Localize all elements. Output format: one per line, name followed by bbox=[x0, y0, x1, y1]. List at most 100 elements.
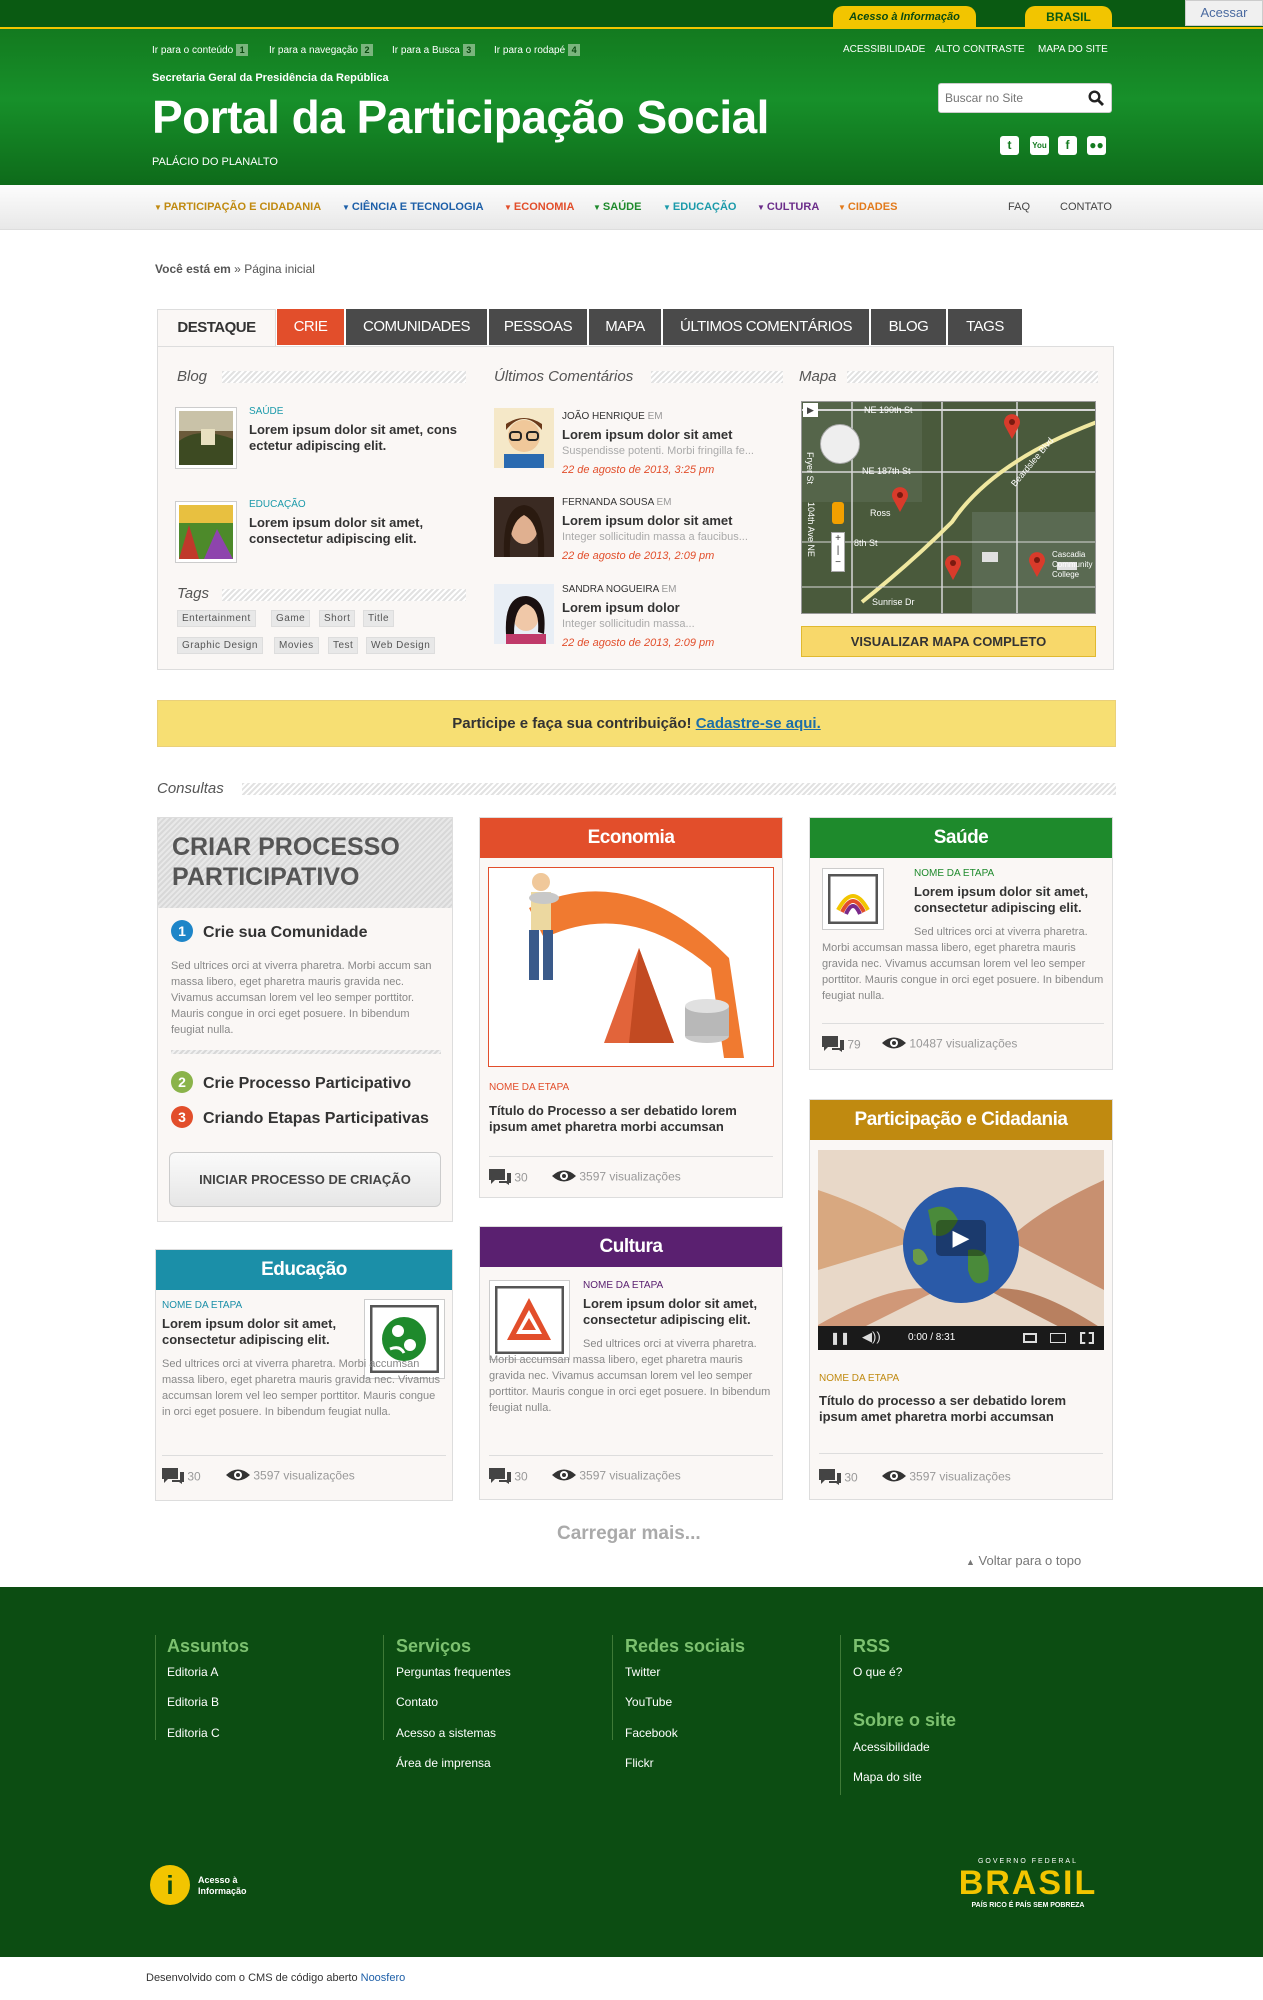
tab-crie[interactable]: CRIE bbox=[277, 309, 344, 345]
menu-item-contato[interactable]: CONTATO bbox=[1060, 201, 1112, 213]
consulta-card-cultura[interactable]: Cultura NOME DA ETAPA Lorem ipsum dolor … bbox=[479, 1226, 783, 1500]
high-contrast-link[interactable]: ALTO CONTRASTE bbox=[935, 44, 1025, 55]
street-view-icon[interactable] bbox=[832, 502, 844, 524]
brasil-link[interactable]: BRASIL bbox=[1025, 6, 1112, 28]
volume-icon[interactable]: ◀)) bbox=[862, 1329, 881, 1345]
blog-post-title[interactable]: Lorem ipsum dolor sit amet, cons ectetur… bbox=[249, 422, 479, 454]
comment-title[interactable]: Lorem ipsum dolor sit amet bbox=[562, 513, 732, 529]
acesso-informacao-logo[interactable]: i Acesso à Informação bbox=[150, 1865, 250, 1910]
skip-link-search[interactable]: Ir para a Busca 3 bbox=[392, 44, 475, 56]
tag-item[interactable]: Game bbox=[271, 610, 311, 627]
tab-mapa[interactable]: MAPA bbox=[589, 309, 661, 345]
consulta-card-participacao[interactable]: Participação e Cidadania ▶ ❚❚ ◀)) 0:00 /… bbox=[809, 1099, 1113, 1500]
search-input[interactable] bbox=[945, 89, 1085, 107]
card-title[interactable]: Saúde bbox=[810, 818, 1112, 858]
play-icon[interactable]: ▶ bbox=[936, 1220, 986, 1256]
menu-item-ciencia[interactable]: ▼ CIÊNCIA E TECNOLOGIA bbox=[342, 201, 484, 213]
card-title[interactable]: Participação e Cidadania bbox=[810, 1100, 1112, 1140]
blog-thumbnail[interactable] bbox=[175, 501, 237, 563]
pause-icon[interactable]: ❚❚ bbox=[830, 1331, 850, 1345]
card-title[interactable]: Educação bbox=[156, 1250, 452, 1290]
page-title[interactable]: Portal da Participação Social bbox=[152, 90, 769, 144]
step-3-label[interactable]: Criando Etapas Participativas bbox=[203, 1110, 429, 1128]
iniciar-processo-button[interactable]: INICIAR PROCESSO DE CRIAÇÃO bbox=[169, 1152, 441, 1207]
footer-link[interactable]: Área de imprensa bbox=[396, 1756, 491, 1770]
footer-link[interactable]: Editoria A bbox=[167, 1665, 218, 1679]
accessibility-link[interactable]: ACESSIBILIDADE bbox=[843, 44, 925, 55]
comment-author[interactable]: SANDRA NOGUEIRA EM bbox=[562, 584, 676, 595]
tab-pessoas[interactable]: PESSOAS bbox=[489, 309, 587, 345]
map-pin-icon[interactable] bbox=[890, 485, 910, 518]
footer-link[interactable]: Acesso a sistemas bbox=[396, 1726, 496, 1740]
footer-link[interactable]: YouTube bbox=[625, 1695, 672, 1709]
card-heading[interactable]: Lorem ipsum dolor sit amet, consectetur … bbox=[914, 884, 1109, 916]
youtube-icon[interactable]: You bbox=[1030, 136, 1049, 155]
tag-item[interactable]: Entertainment bbox=[177, 610, 256, 627]
card-title[interactable]: Economia bbox=[480, 818, 782, 858]
comment-title[interactable]: Lorem ipsum dolor bbox=[562, 600, 680, 616]
tag-item[interactable]: Web Design bbox=[366, 637, 436, 654]
menu-item-cidades[interactable]: ▼ CIDADES bbox=[838, 201, 897, 213]
menu-item-faq[interactable]: FAQ bbox=[1008, 201, 1030, 213]
map-expand-icon[interactable]: ▶ bbox=[803, 403, 818, 417]
consulta-card-saude[interactable]: Saúde NOME DA ETAPA Lorem ipsum dolor si… bbox=[809, 817, 1113, 1070]
card-process-title[interactable]: Título do Processo a ser debatido lorem … bbox=[489, 1103, 769, 1135]
blog-post-category[interactable]: SAÚDE bbox=[249, 406, 283, 417]
tag-item[interactable]: Movies bbox=[274, 637, 319, 654]
view-full-map-button[interactable]: VISUALIZAR MAPA COMPLETO bbox=[801, 626, 1096, 657]
acessar-button[interactable]: Acessar bbox=[1185, 0, 1263, 26]
back-to-top-link[interactable]: ▲ Voltar para o topo bbox=[966, 1553, 1081, 1568]
tab-destaque[interactable]: DESTAQUE bbox=[157, 309, 276, 346]
tag-item[interactable]: Short bbox=[319, 610, 356, 627]
skip-link-content[interactable]: Ir para o conteúdo 1 bbox=[152, 44, 249, 56]
footer-link[interactable]: Editoria B bbox=[167, 1695, 219, 1709]
map-widget[interactable]: ▶ + | − NE 190th St NE 187th St Fryer St 1… bbox=[801, 401, 1096, 614]
card-process-title[interactable]: Título do processo a ser debatido lorem … bbox=[819, 1393, 1103, 1425]
comment-author[interactable]: FERNANDA SOUSA EM bbox=[562, 497, 671, 508]
breadcrumb-current[interactable]: Página inicial bbox=[244, 262, 315, 276]
cadastre-link[interactable]: Cadastre-se aqui. bbox=[696, 715, 821, 732]
step-1-label[interactable]: Crie sua Comunidade bbox=[203, 924, 367, 942]
etapa-label[interactable]: NOME DA ETAPA bbox=[162, 1300, 242, 1311]
map-zoom-control[interactable]: + | − bbox=[831, 532, 845, 572]
map-pin-icon[interactable] bbox=[1002, 412, 1022, 445]
menu-item-saude[interactable]: ▼ SAÚDE bbox=[593, 201, 641, 213]
comment-title[interactable]: Lorem ipsum dolor sit amet bbox=[562, 427, 732, 443]
menu-item-educacao[interactable]: ▼ EDUCAÇÃO bbox=[663, 201, 736, 213]
skip-link-footer[interactable]: Ir para o rodapé 4 bbox=[494, 44, 581, 56]
fullscreen-icon[interactable] bbox=[1080, 1332, 1094, 1344]
card-title[interactable]: Cultura bbox=[480, 1227, 782, 1267]
facebook-icon[interactable]: f bbox=[1058, 136, 1077, 155]
map-pin-icon[interactable] bbox=[943, 553, 963, 586]
tab-comunidades[interactable]: COMUNIDADES bbox=[346, 309, 487, 345]
step-2-label[interactable]: Crie Processo Participativo bbox=[203, 1075, 411, 1093]
footer-link[interactable]: Contato bbox=[396, 1695, 438, 1709]
video-player[interactable]: ▶ ❚❚ ◀)) 0:00 / 8:31 bbox=[818, 1150, 1104, 1350]
blog-thumbnail[interactable] bbox=[175, 407, 237, 469]
tag-item[interactable]: Title bbox=[363, 610, 395, 627]
etapa-label[interactable]: NOME DA ETAPA bbox=[489, 1082, 569, 1093]
blog-post-title[interactable]: Lorem ipsum dolor sit amet, consectetur … bbox=[249, 515, 469, 547]
acesso-informacao-link[interactable]: Acesso à Informação bbox=[833, 6, 976, 28]
footer-link[interactable]: Facebook bbox=[625, 1726, 678, 1740]
menu-item-cultura[interactable]: ▼ CULTURA bbox=[757, 201, 819, 213]
load-more-button[interactable]: Carregar mais... bbox=[557, 1523, 701, 1545]
footer-link[interactable]: Mapa do site bbox=[853, 1770, 922, 1784]
tab-blog[interactable]: BLOG bbox=[871, 309, 946, 345]
map-pin-icon[interactable] bbox=[1027, 550, 1047, 583]
footer-link[interactable]: Twitter bbox=[625, 1665, 660, 1679]
avatar[interactable] bbox=[494, 497, 554, 557]
consulta-card-economia[interactable]: Economia NOME DA ETAPA Título do Process… bbox=[479, 817, 783, 1198]
blog-post-category[interactable]: EDUCAÇÃO bbox=[249, 499, 306, 510]
flickr-icon[interactable]: ●● bbox=[1087, 136, 1106, 155]
etapa-label[interactable]: NOME DA ETAPA bbox=[583, 1280, 663, 1291]
footer-link[interactable]: Acessibilidade bbox=[853, 1740, 930, 1754]
consulta-card-educacao[interactable]: Educação NOME DA ETAPA Lorem ipsum dolor… bbox=[155, 1249, 453, 1501]
footer-link[interactable]: Flickr bbox=[625, 1756, 654, 1770]
card-heading[interactable]: Lorem ipsum dolor sit amet, consectetur … bbox=[162, 1316, 358, 1348]
noosfero-link[interactable]: Noosfero bbox=[361, 1972, 406, 1984]
tab-tags[interactable]: TAGS bbox=[948, 309, 1022, 345]
menu-item-economia[interactable]: ▼ ECONOMIA bbox=[504, 201, 574, 213]
footer-link[interactable]: O que é? bbox=[853, 1665, 902, 1679]
etapa-label[interactable]: NOME DA ETAPA bbox=[914, 868, 994, 879]
